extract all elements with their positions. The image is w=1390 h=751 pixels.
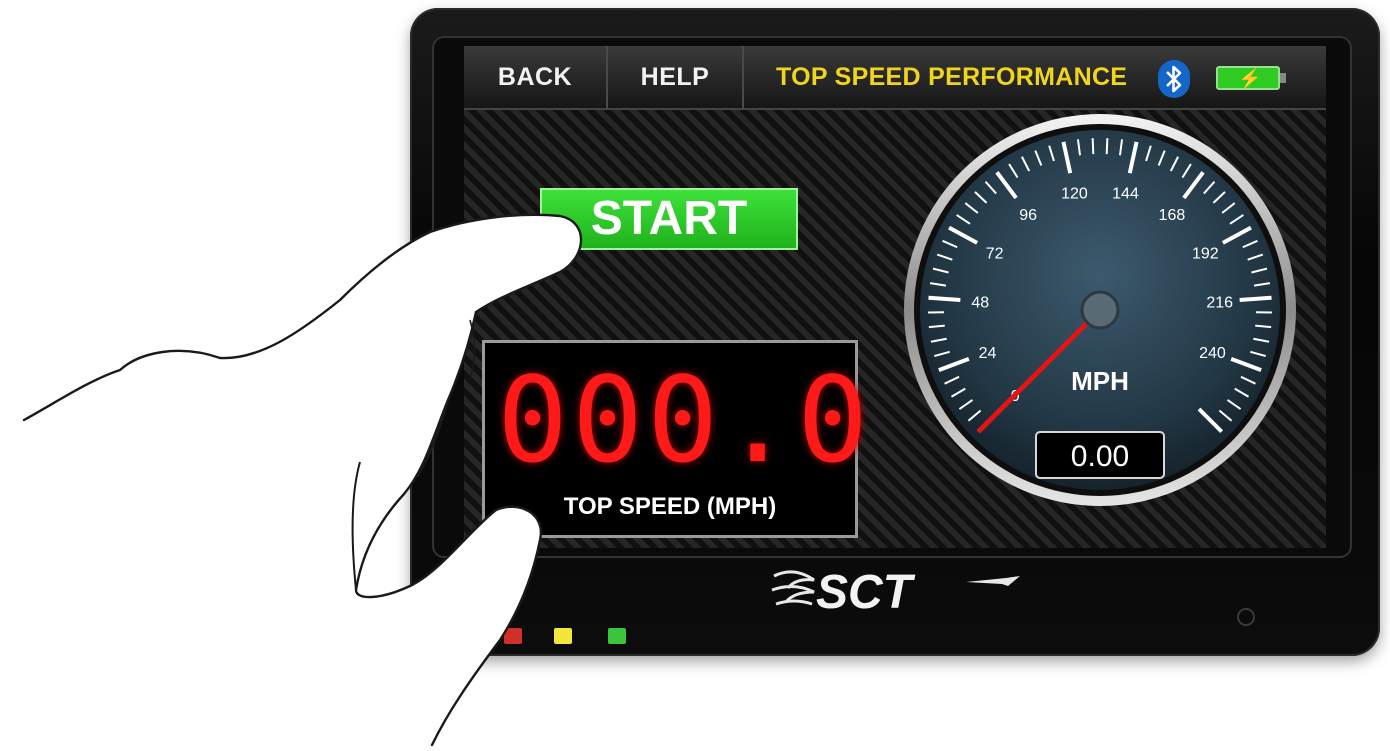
pointing-hand-illustration bbox=[22, 213, 583, 747]
